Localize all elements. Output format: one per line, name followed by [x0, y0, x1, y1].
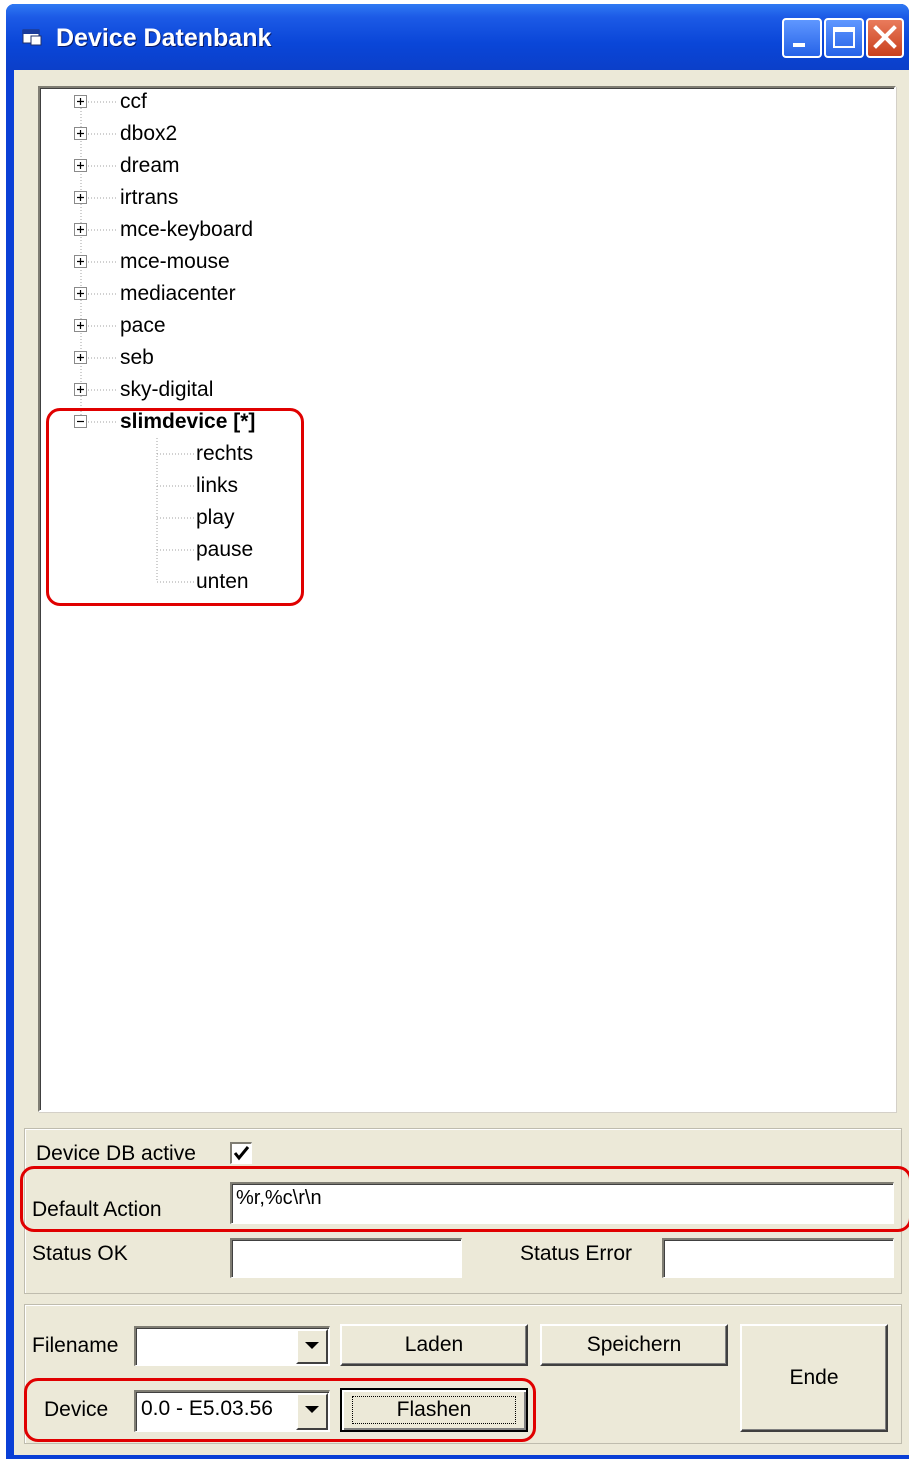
close-button[interactable] — [866, 18, 904, 58]
expand-mediacenter-icon[interactable] — [74, 287, 87, 300]
tree-node-dbox2[interactable]: dbox2 — [118, 121, 179, 147]
end-button[interactable]: Ende — [740, 1324, 888, 1432]
expand-seb-icon[interactable] — [74, 351, 87, 364]
save-button[interactable]: Speichern — [540, 1324, 728, 1366]
tree-node-mce-keyboard[interactable]: mce-keyboard — [118, 217, 255, 243]
expand-mce-mouse-icon[interactable] — [74, 255, 87, 268]
load-button[interactable]: Laden — [340, 1324, 528, 1366]
tree-node-mediacenter[interactable]: mediacenter — [118, 281, 238, 307]
flash-button-label: Flashen — [351, 1396, 517, 1424]
tree-node-sky-digital[interactable]: sky-digital — [118, 377, 215, 403]
expand-dbox2-icon[interactable] — [74, 127, 87, 140]
status-error-field[interactable] — [662, 1238, 894, 1278]
filename-dropdown[interactable] — [134, 1326, 330, 1366]
filename-dropdown-arrow[interactable] — [296, 1329, 328, 1364]
tree-child-unten[interactable]: unten — [194, 569, 251, 595]
tree-child-play[interactable]: play — [194, 505, 237, 531]
expand-ccf-icon[interactable] — [74, 95, 87, 108]
window-title: Device Datenbank — [56, 24, 272, 52]
checkmark-icon — [233, 1146, 250, 1161]
maximize-button[interactable] — [824, 18, 864, 58]
default-action-field[interactable]: %r,%c\r\n — [230, 1182, 894, 1224]
device-label: Device — [44, 1398, 109, 1421]
device-value: 0.0 - E5.03.56 — [141, 1397, 273, 1420]
tree-node-seb[interactable]: seb — [118, 345, 156, 371]
chevron-down-icon — [305, 1342, 319, 1349]
device-dropdown[interactable]: 0.0 - E5.03.56 — [134, 1390, 330, 1432]
device-dropdown-arrow[interactable] — [296, 1393, 328, 1430]
tree-child-pause[interactable]: pause — [194, 537, 255, 563]
close-icon — [873, 25, 897, 49]
app-window: Device Datenbank ccf dbox2 dream irtrans… — [6, 4, 909, 1459]
expand-pace-icon[interactable] — [74, 319, 87, 332]
minimize-icon — [793, 43, 805, 47]
tree-node-irtrans[interactable]: irtrans — [118, 185, 180, 211]
title-bar[interactable]: Device Datenbank — [6, 4, 909, 70]
tree-node-slimdevice[interactable]: slimdevice [*] — [118, 409, 257, 435]
tree-child-links[interactable]: links — [194, 473, 240, 499]
tree-node-dream[interactable]: dream — [118, 153, 182, 179]
minimize-button[interactable] — [782, 18, 822, 58]
filename-label: Filename — [32, 1334, 119, 1357]
device-db-active-checkbox[interactable] — [230, 1142, 252, 1164]
default-action-label: Default Action — [32, 1198, 162, 1221]
tree-node-mce-mouse[interactable]: mce-mouse — [118, 249, 232, 275]
tree-node-pace[interactable]: pace — [118, 313, 168, 339]
device-db-active-label: Device DB active — [36, 1142, 196, 1165]
device-tree[interactable]: ccf dbox2 dream irtrans mce-keyboard mce… — [38, 86, 896, 1112]
collapse-slimdevice-icon[interactable] — [74, 415, 87, 428]
expand-mce-keyboard-icon[interactable] — [74, 223, 87, 236]
tree-node-ccf[interactable]: ccf — [118, 89, 149, 115]
chevron-down-icon — [305, 1406, 319, 1413]
status-error-label: Status Error — [520, 1242, 633, 1265]
flash-button[interactable]: Flashen — [340, 1388, 528, 1432]
maximize-icon — [833, 27, 855, 48]
status-ok-label: Status OK — [32, 1242, 128, 1265]
status-ok-field[interactable] — [230, 1238, 462, 1278]
app-window-icon — [22, 28, 42, 46]
dialog-client-area: ccf dbox2 dream irtrans mce-keyboard mce… — [14, 70, 909, 1455]
expand-irtrans-icon[interactable] — [74, 191, 87, 204]
tree-child-rechts[interactable]: rechts — [194, 441, 255, 467]
expand-sky-digital-icon[interactable] — [74, 383, 87, 396]
expand-dream-icon[interactable] — [74, 159, 87, 172]
